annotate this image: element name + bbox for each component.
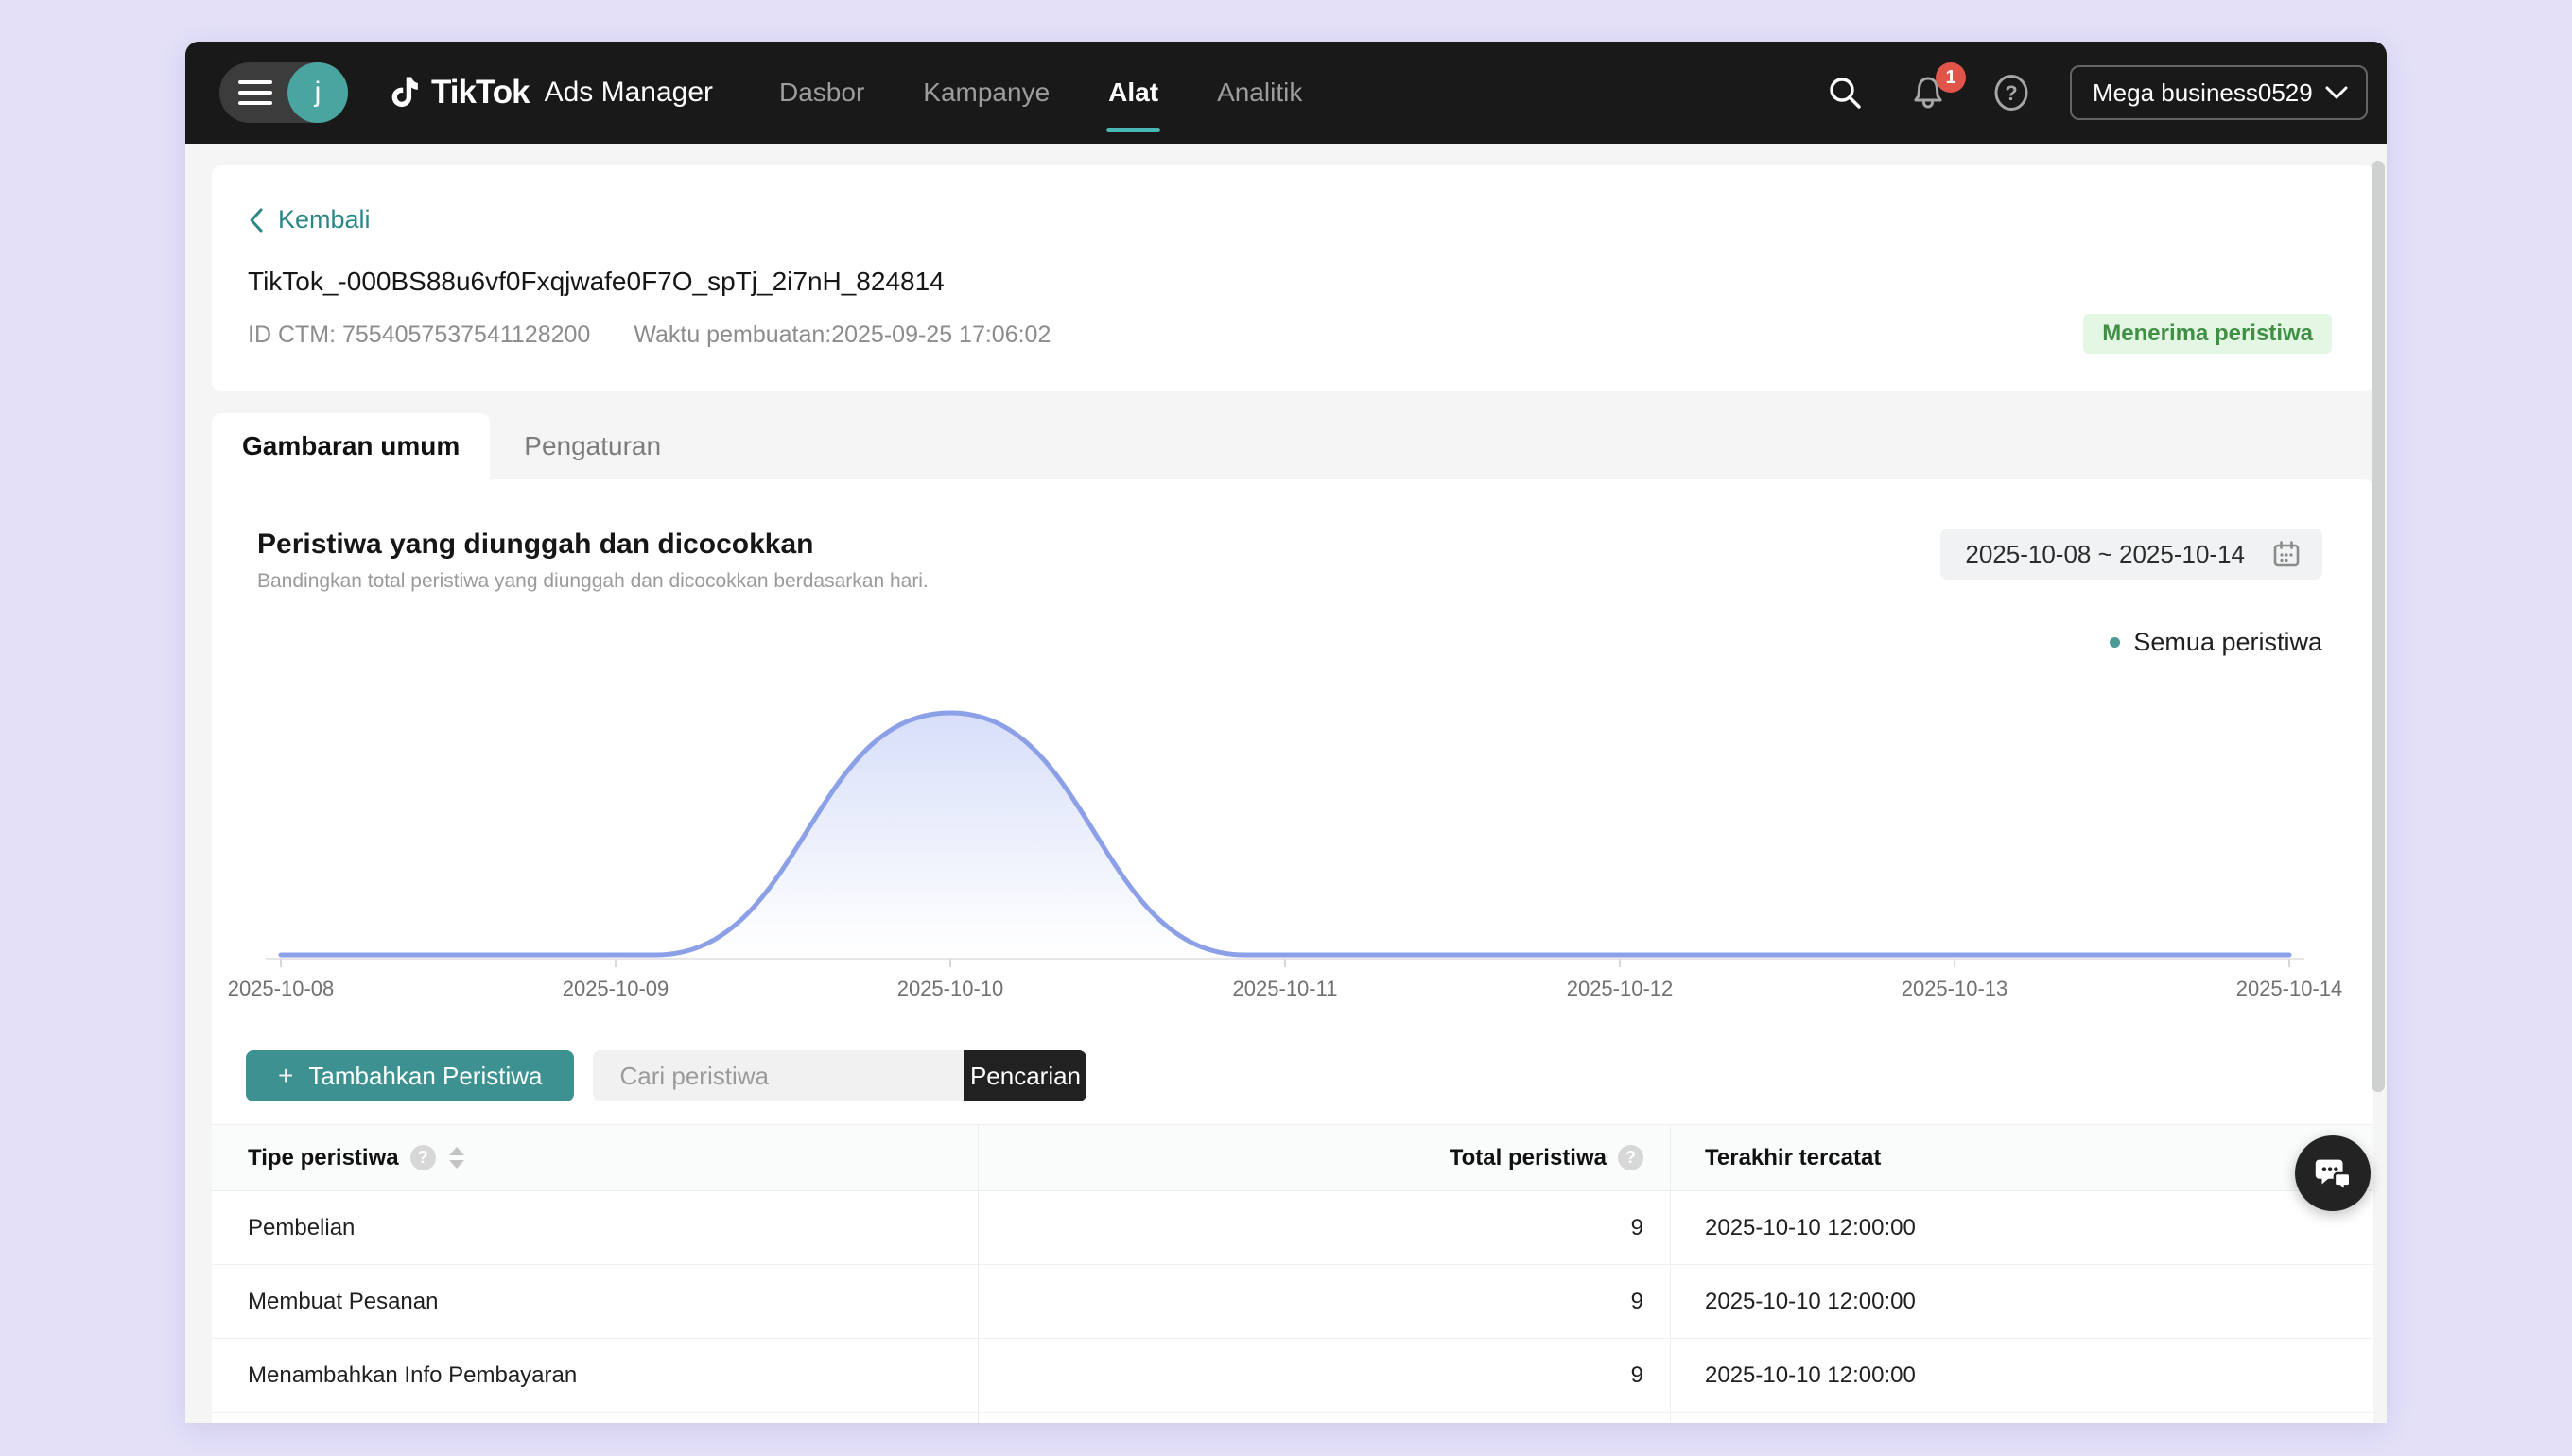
event-total: 9 xyxy=(979,1191,1671,1264)
tab-pengaturan[interactable]: Pengaturan xyxy=(490,413,695,479)
event-total: 9 xyxy=(979,1339,1671,1412)
status-badge: Menerima peristiwa xyxy=(2083,314,2332,354)
tab-bar: Gambaran umum Pengaturan xyxy=(212,413,2373,479)
table-actions: + Tambahkan Peristiwa Pencarian xyxy=(246,1050,2373,1101)
table-row[interactable]: Pembelian 9 2025-10-10 12:00:00 xyxy=(212,1191,2373,1265)
nav-link-kampanye[interactable]: Kampanye xyxy=(921,42,1051,144)
event-type: Pembelian xyxy=(212,1191,979,1264)
tiktok-brand: TikTok Ads Manager xyxy=(384,71,713,114)
brand-name: TikTok xyxy=(431,74,530,112)
search-submit-button[interactable]: Pencarian xyxy=(964,1050,1086,1101)
event-total: 9 xyxy=(979,1265,1671,1338)
chart-title: Peristiwa yang diunggah dan dicocokkan xyxy=(257,529,929,561)
chart-legend: Semua peristiwa xyxy=(212,625,2373,659)
svg-text:?: ? xyxy=(2005,81,2017,105)
back-label: Kembali xyxy=(278,205,371,234)
events-chart-svg: 2025-10-08 2025-10-09 2025-10-10 2025-10-11… xyxy=(212,659,2373,1005)
add-event-label: Tambahkan Peristiwa xyxy=(308,1062,542,1091)
event-last-recorded: 2025-10-10 12:00:00 xyxy=(1671,1191,2373,1264)
sort-icon[interactable] xyxy=(449,1147,464,1169)
pixel-header-card: Kembali TikTok_-000BS88u6vf0Fxqjwafe0F7O… xyxy=(212,165,2373,391)
col-total-peristiwa: Total peristiwa xyxy=(1450,1145,1607,1171)
add-event-button[interactable]: + Tambahkan Peristiwa xyxy=(246,1050,574,1101)
date-range-value: 2025-10-08 ~ 2025-10-14 xyxy=(1965,540,2245,569)
search-input[interactable] xyxy=(593,1050,964,1101)
x-axis-label: 2025-10-14 xyxy=(2236,977,2343,1000)
events-chart: 2025-10-08 2025-10-09 2025-10-10 2025-10-11… xyxy=(212,659,2373,1005)
table-row[interactable]: Membuat Pesanan 9 2025-10-10 12:00:00 xyxy=(212,1265,2373,1339)
legend-label: Semua peristiwa xyxy=(2133,628,2322,657)
plus-icon: + xyxy=(278,1061,293,1091)
meta-row: ID CTM: 7554057537541128200 Waktu pembua… xyxy=(248,321,2328,349)
hamburger-menu-icon[interactable] xyxy=(238,80,272,105)
legend-dot-icon xyxy=(2110,637,2120,648)
table-row[interactable]: Menambahkan Info Pembayaran 9 2025-10-10… xyxy=(212,1339,2373,1413)
help-icon[interactable]: ? xyxy=(1618,1145,1643,1170)
account-name: Mega business0529 xyxy=(2093,78,2313,108)
col-tipe-peristiwa: Tipe peristiwa xyxy=(248,1145,399,1171)
top-navbar: j TikTok Ads Manager Dasbor Kampanye Ala… xyxy=(185,42,2387,144)
table-header: Tipe peristiwa ? Total peristiwa ? Terak… xyxy=(212,1125,2373,1191)
help-icon: ? xyxy=(1990,72,2032,113)
user-avatar[interactable]: j xyxy=(287,62,348,123)
nav-link-dasbor[interactable]: Dasbor xyxy=(777,42,866,144)
back-link[interactable]: Kembali xyxy=(248,205,371,234)
chevron-left-icon xyxy=(248,207,265,234)
browser-app-window: j TikTok Ads Manager Dasbor Kampanye Ala… xyxy=(185,42,2387,1423)
ctm-id: ID CTM: 7554057537541128200 xyxy=(248,321,590,349)
chart-subtitle: Bandingkan total peristiwa yang diunggah… xyxy=(257,570,929,593)
x-axis-label: 2025-10-09 xyxy=(563,977,669,1000)
created-at: Waktu pembuatan:2025-09-25 17:06:02 xyxy=(634,321,1051,349)
navbar-right: 1 ? Mega business0529 xyxy=(1820,65,2368,120)
vertical-scrollbar[interactable] xyxy=(2372,161,2385,1092)
help-button[interactable]: ? xyxy=(1987,68,2036,117)
x-axis-label: 2025-10-08 xyxy=(228,977,335,1000)
tab-gambaran-umum[interactable]: Gambaran umum xyxy=(212,413,490,479)
chat-icon xyxy=(2311,1152,2355,1195)
page-content: Kembali TikTok_-000BS88u6vf0Fxqjwafe0F7O… xyxy=(185,144,2387,1423)
date-range-picker[interactable]: 2025-10-08 ~ 2025-10-14 xyxy=(1940,529,2322,580)
calendar-icon xyxy=(2271,539,2302,569)
help-icon[interactable]: ? xyxy=(410,1145,436,1170)
notification-badge: 1 xyxy=(1936,62,1966,93)
notifications-button[interactable]: 1 xyxy=(1903,68,1953,117)
chat-support-fab[interactable] xyxy=(2295,1135,2371,1211)
brand-suffix: Ads Manager xyxy=(545,77,713,109)
event-type: Membuat Pesanan xyxy=(212,1265,979,1338)
nav-link-analitik[interactable]: Analitik xyxy=(1215,42,1304,144)
x-axis-label: 2025-10-11 xyxy=(1233,977,1338,1000)
event-type: Menambahkan Info Pembayaran xyxy=(212,1339,979,1412)
col-terakhir-tercatat: Terakhir tercatat xyxy=(1705,1145,1881,1171)
overview-panel: Peristiwa yang diunggah dan dicocokkan B… xyxy=(212,479,2373,1423)
event-last-recorded: 2025-10-10 12:00:00 xyxy=(1671,1339,2373,1412)
tiktok-note-icon xyxy=(384,71,424,114)
events-table: Tipe peristiwa ? Total peristiwa ? Terak… xyxy=(212,1124,2373,1423)
menu-avatar-pill[interactable]: j xyxy=(219,62,348,123)
event-last-recorded: 2025-10-10 12:00:00 xyxy=(1671,1265,2373,1338)
search-icon xyxy=(1824,72,1866,113)
main-nav: Dasbor Kampanye Alat Analitik xyxy=(777,42,1304,144)
nav-link-alat[interactable]: Alat xyxy=(1106,42,1160,144)
x-axis-label: 2025-10-13 xyxy=(1902,977,2008,1000)
search-button[interactable] xyxy=(1820,68,1869,117)
chart-header: Peristiwa yang diunggah dan dicocokkan B… xyxy=(212,529,2373,593)
account-selector[interactable]: Mega business0529 xyxy=(2070,65,2368,120)
page-title: TikTok_-000BS88u6vf0Fxqjwafe0F7O_spTj_2i… xyxy=(248,267,2328,297)
event-search: Pencarian xyxy=(593,1050,1086,1101)
x-axis-label: 2025-10-10 xyxy=(897,977,1004,1000)
x-axis-label: 2025-10-12 xyxy=(1567,977,1674,1000)
chevron-down-icon xyxy=(2324,84,2349,101)
table-row-partial xyxy=(212,1413,2373,1423)
